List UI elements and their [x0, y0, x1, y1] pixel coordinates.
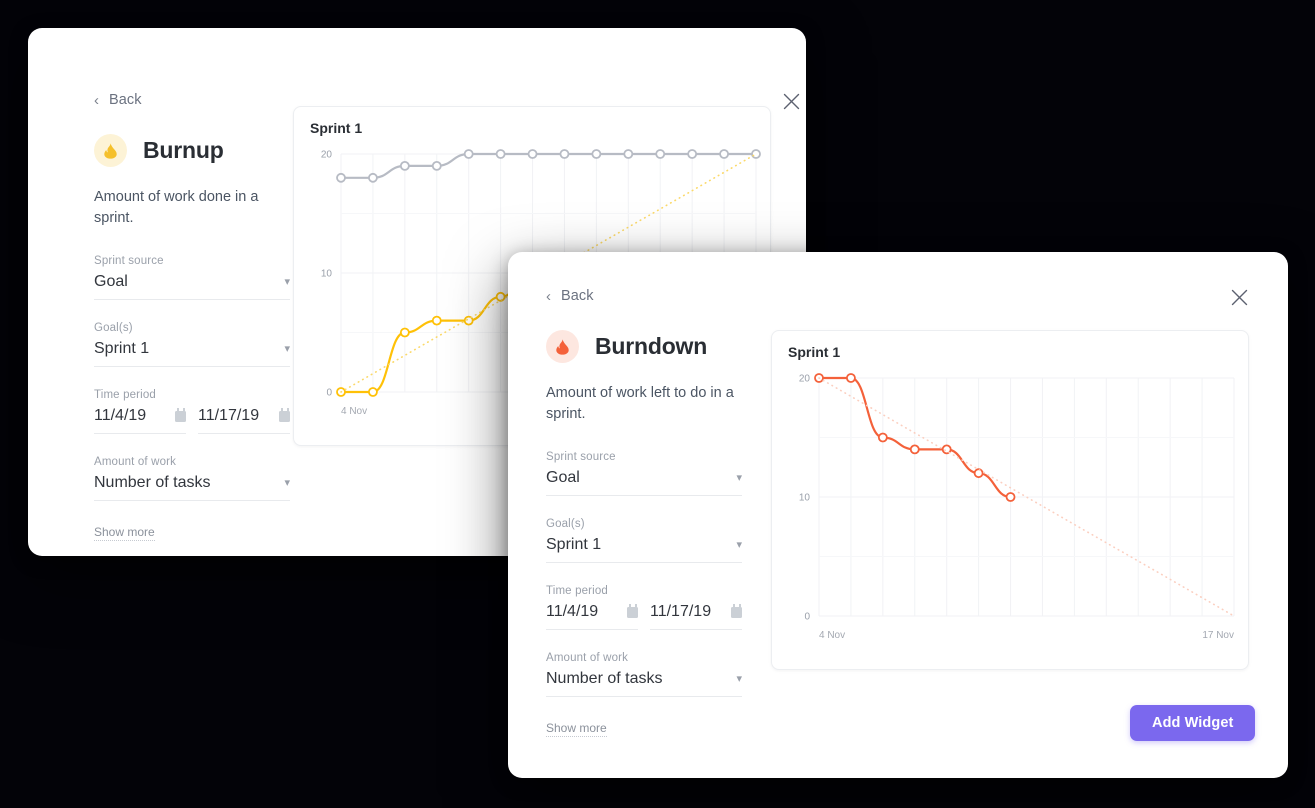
svg-text:20: 20	[321, 150, 333, 161]
add-widget-button[interactable]: Add Widget	[1130, 705, 1256, 741]
burndown-back-button[interactable]: ‹ Back	[546, 288, 594, 304]
burnup-sprint-source-field: Sprint source Goal ▾	[94, 255, 290, 301]
chevron-left-icon: ‹	[546, 287, 551, 305]
burnup-end-date-value: 11/17/19	[198, 407, 260, 425]
burnup-goals-label: Goal(s)	[94, 322, 133, 335]
svg-text:10: 10	[321, 269, 333, 280]
burnup-amount-of-work-field: Amount of work Number of tasks ▾	[94, 456, 290, 502]
burndown-chart-card: Sprint 1 0 10 20 4 Nov 17 Nov	[771, 330, 1249, 670]
chevron-left-icon: ‹	[94, 91, 99, 109]
close-icon	[783, 93, 799, 109]
calendar-icon	[175, 408, 186, 422]
burndown-amount-of-work-field: Amount of work Number of tasks ▾	[546, 652, 742, 698]
burnup-time-period-label: Time period	[94, 389, 156, 402]
flame-icon	[104, 142, 117, 159]
burndown-sprint-source-field: Sprint source Goal ▾	[546, 451, 742, 497]
burndown-form-column: Burndown Amount of work left to do in a …	[546, 330, 742, 738]
burnup-back-button[interactable]: ‹ Back	[94, 92, 142, 108]
svg-text:4 Nov: 4 Nov	[341, 406, 367, 417]
burndown-modal-panel: ‹ Back Burndown Amount of work left to d…	[508, 252, 1288, 778]
burnup-close-button[interactable]	[778, 88, 804, 114]
burndown-description: Amount of work left to do in a sprint.	[546, 385, 734, 423]
burnup-description: Amount of work done in a sprint.	[94, 189, 259, 227]
burnup-time-period-field: Time period 11/4/19 11/17/19	[94, 389, 290, 435]
burndown-title: Burndown	[595, 333, 708, 359]
chevron-down-icon: ▾	[736, 538, 742, 551]
burnup-amount-of-work-value: Number of tasks	[94, 474, 211, 492]
burndown-sprint-source-select[interactable]: Goal ▾	[546, 469, 742, 497]
burndown-chart-svg: 0 10 20 4 Nov 17 Nov	[799, 373, 1235, 641]
flame-icon	[556, 338, 569, 355]
chevron-down-icon: ▾	[736, 672, 742, 685]
chevron-down-icon: ▾	[284, 275, 290, 288]
burndown-show-more-link[interactable]: Show more	[546, 721, 607, 738]
burndown-goals-select[interactable]: Sprint 1 ▾	[546, 536, 742, 564]
svg-text:4 Nov: 4 Nov	[819, 630, 845, 641]
burndown-amount-of-work-select[interactable]: Number of tasks ▾	[546, 670, 742, 698]
calendar-icon	[279, 408, 290, 422]
burndown-back-label: Back	[561, 288, 594, 304]
app-background: ‹ Back Burnup Amount of work done in a s…	[0, 0, 1315, 808]
burndown-title-row: Burndown	[546, 330, 742, 363]
burndown-goals-label: Goal(s)	[546, 518, 585, 531]
burnup-show-more-link[interactable]: Show more	[94, 525, 155, 542]
calendar-icon	[627, 604, 638, 618]
burndown-time-period-label: Time period	[546, 585, 608, 598]
burndown-goals-value: Sprint 1	[546, 536, 602, 554]
close-icon	[1231, 289, 1247, 305]
burnup-back-label: Back	[109, 92, 142, 108]
burndown-time-period-field: Time period 11/4/19 11/17/19	[546, 585, 742, 631]
burnup-start-date-col: 11/4/19	[94, 407, 186, 435]
svg-text:0: 0	[326, 388, 332, 399]
burnup-goals-value: Sprint 1	[94, 340, 150, 358]
burndown-sprint-source-label: Sprint source	[546, 451, 616, 464]
burndown-goals-field: Goal(s) Sprint 1 ▾	[546, 518, 742, 564]
chevron-down-icon: ▾	[284, 476, 290, 489]
burnup-goals-select[interactable]: Sprint 1 ▾	[94, 340, 290, 368]
burndown-amount-of-work-label: Amount of work	[546, 652, 628, 665]
chevron-down-icon: ▾	[284, 342, 290, 355]
burndown-start-date-input[interactable]: 11/4/19	[546, 603, 638, 631]
burndown-start-date-value: 11/4/19	[546, 603, 599, 621]
burnup-sprint-source-value: Goal	[94, 273, 128, 291]
burnup-flame-badge	[94, 134, 127, 167]
burnup-end-date-col: 11/17/19	[198, 407, 290, 435]
calendar-icon	[731, 604, 742, 618]
burndown-end-date-value: 11/17/19	[650, 603, 712, 621]
burndown-close-button[interactable]	[1226, 284, 1252, 310]
burndown-sprint-source-value: Goal	[546, 469, 580, 487]
chevron-down-icon: ▾	[736, 471, 742, 484]
burnup-amount-of-work-label: Amount of work	[94, 456, 176, 469]
burndown-end-date-input[interactable]: 11/17/19	[650, 603, 742, 631]
burnup-sprint-source-select[interactable]: Goal ▾	[94, 273, 290, 301]
burnup-form-column: Burnup Amount of work done in a sprint. …	[94, 134, 290, 542]
burnup-sprint-source-label: Sprint source	[94, 255, 164, 268]
burndown-start-date-col: 11/4/19	[546, 603, 638, 631]
burnup-amount-of-work-select[interactable]: Number of tasks ▾	[94, 474, 290, 502]
burndown-end-date-col: 11/17/19	[650, 603, 742, 631]
burnup-title: Burnup	[143, 137, 224, 163]
burndown-flame-badge	[546, 330, 579, 363]
burnup-end-date-input[interactable]: 11/17/19	[198, 407, 290, 435]
burnup-title-row: Burnup	[94, 134, 290, 167]
svg-text:10: 10	[799, 493, 811, 504]
burnup-start-date-input[interactable]: 11/4/19	[94, 407, 186, 435]
svg-text:0: 0	[804, 612, 810, 623]
burnup-start-date-value: 11/4/19	[94, 407, 147, 425]
svg-text:17 Nov: 17 Nov	[1202, 630, 1234, 641]
svg-text:20: 20	[799, 374, 811, 385]
burndown-amount-of-work-value: Number of tasks	[546, 670, 663, 688]
burnup-goals-field: Goal(s) Sprint 1 ▾	[94, 322, 290, 368]
